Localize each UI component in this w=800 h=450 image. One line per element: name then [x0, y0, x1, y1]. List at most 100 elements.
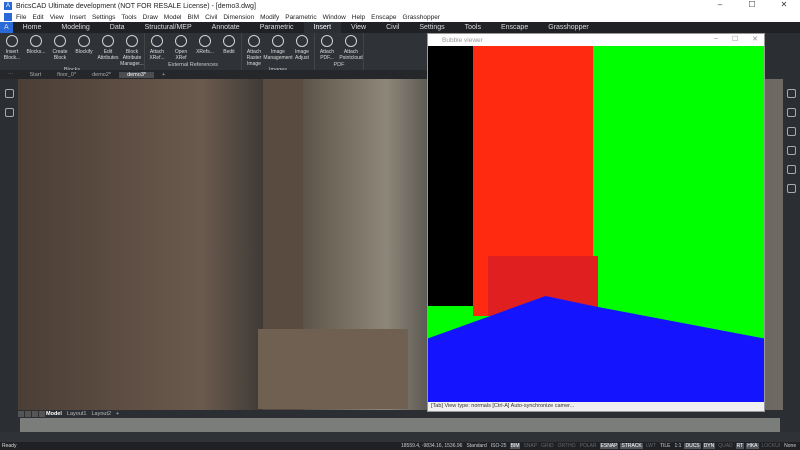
- bubble-viewer-window[interactable]: Bubble viewer – ☐ ✕ [Tab] View type: norma…: [427, 33, 765, 412]
- status-lwt[interactable]: LWT: [645, 443, 657, 449]
- tab-grasshopper[interactable]: Grasshopper: [538, 22, 598, 33]
- tab-menu-icon[interactable]: ⋯: [0, 72, 22, 78]
- status-snap[interactable]: SNAP: [522, 443, 538, 449]
- menu-insert[interactable]: Insert: [70, 14, 86, 21]
- normals-render[interactable]: [428, 46, 764, 402]
- last-layout-button[interactable]: [39, 411, 45, 417]
- tab-settings[interactable]: Settings: [409, 22, 454, 33]
- status-standard[interactable]: Standard: [465, 443, 487, 449]
- status-none[interactable]: None: [783, 443, 797, 449]
- attach-pointcloud-button[interactable]: Attach Pointcloud: [339, 33, 363, 62]
- tab-modeling[interactable]: Modeling: [51, 22, 99, 33]
- xrefs-button[interactable]: XRefs...: [193, 33, 217, 62]
- app-menu-icon[interactable]: [4, 13, 12, 21]
- home-icon[interactable]: [4, 89, 14, 98]
- layout-tab-layout2[interactable]: Layout2: [91, 411, 111, 417]
- status-tile[interactable]: TILE: [659, 443, 672, 449]
- menu-window[interactable]: Window: [323, 14, 346, 21]
- first-layout-button[interactable]: [18, 411, 24, 417]
- doc-tab-floor-0[interactable]: floor_0*: [49, 72, 84, 78]
- lightbulb-icon[interactable]: [787, 89, 796, 98]
- image-adjust-button[interactable]: Image Adjust: [290, 33, 314, 67]
- status-esnap[interactable]: ESNAP: [599, 443, 619, 449]
- blockify-button[interactable]: Blockify: [72, 33, 96, 67]
- menu-enscape[interactable]: Enscape: [371, 14, 396, 21]
- block-attribute-manager-button[interactable]: Block Attribute Manager...: [120, 33, 144, 67]
- menu-grasshopper[interactable]: Grasshopper: [402, 14, 440, 21]
- properties-icon[interactable]: [787, 108, 796, 117]
- status-grid[interactable]: GRID: [540, 443, 555, 449]
- back-icon[interactable]: [4, 108, 14, 117]
- attach-pdf-button[interactable]: Attach PDF...: [315, 33, 339, 62]
- cloud-icon[interactable]: [787, 184, 796, 193]
- status-ducs[interactable]: DUCS: [684, 443, 701, 449]
- menu-bim[interactable]: BIM: [188, 14, 200, 21]
- edit-attributes-button[interactable]: Edit Attributes: [96, 33, 120, 67]
- status-lockui[interactable]: LOCKUI: [761, 443, 782, 449]
- menu-parametric[interactable]: Parametric: [285, 14, 316, 21]
- status-rt[interactable]: RT: [735, 443, 745, 449]
- image-management-icon: [272, 35, 284, 47]
- tab-home[interactable]: Home: [13, 22, 52, 33]
- create-block-button[interactable]: Create Block: [48, 33, 72, 67]
- tab-view[interactable]: View: [341, 22, 376, 33]
- menu-tools[interactable]: Tools: [121, 14, 136, 21]
- tab-tools[interactable]: Tools: [455, 22, 491, 33]
- status-polar[interactable]: POLAR: [579, 443, 598, 449]
- blockify-icon: [78, 35, 90, 47]
- menu-draw[interactable]: Draw: [143, 14, 158, 21]
- image-management-button[interactable]: Image Management: [263, 33, 293, 67]
- tab-insert[interactable]: Insert: [303, 22, 342, 33]
- attach-raster-image-button[interactable]: Attach Raster Image: [242, 33, 266, 67]
- tab-civil[interactable]: Civil: [376, 22, 409, 33]
- maximize-button[interactable]: ☐: [736, 0, 768, 9]
- minimize-button[interactable]: –: [704, 0, 736, 9]
- application-button[interactable]: A: [0, 22, 13, 33]
- doc-tab-demo3[interactable]: demo3*: [119, 71, 155, 78]
- menu-view[interactable]: View: [50, 14, 64, 21]
- doc-tab-add[interactable]: +: [154, 72, 173, 78]
- bedit-button[interactable]: Bedit: [217, 33, 241, 62]
- tab-data[interactable]: Data: [100, 22, 135, 33]
- open-xref-button[interactable]: Open XRef: [169, 33, 193, 62]
- menu-edit[interactable]: Edit: [32, 14, 43, 21]
- status-dyn[interactable]: DYN: [702, 443, 716, 449]
- attach-xref-button[interactable]: Attach XRef...: [145, 33, 169, 62]
- menu-settings[interactable]: Settings: [92, 14, 116, 21]
- status-iso-25[interactable]: ISO-25: [490, 443, 508, 449]
- blocks-button[interactable]: Blocks...: [24, 33, 48, 67]
- next-layout-button[interactable]: [32, 411, 38, 417]
- status-quad[interactable]: QUAD: [717, 443, 733, 449]
- layout-tab-add[interactable]: +: [116, 411, 119, 417]
- prev-layout-button[interactable]: [25, 411, 31, 417]
- layers-icon[interactable]: [787, 127, 796, 136]
- layout-tab-model[interactable]: Model: [46, 411, 62, 417]
- doc-tab-demo2[interactable]: demo2*: [84, 72, 119, 78]
- status-1-1[interactable]: 1:1: [674, 443, 683, 449]
- menu-help[interactable]: Help: [352, 14, 365, 21]
- tab-annotate[interactable]: Annotate: [202, 22, 250, 33]
- structure-icon[interactable]: [787, 146, 796, 155]
- tab-enscape[interactable]: Enscape: [491, 22, 538, 33]
- command-line[interactable]: [20, 418, 780, 432]
- insert-block-button[interactable]: Insert Block...: [0, 33, 24, 67]
- drawing-viewport[interactable]: [18, 79, 427, 410]
- bubble-close-button[interactable]: ✕: [752, 35, 758, 43]
- menu-modify[interactable]: Modify: [260, 14, 279, 21]
- status-hka[interactable]: HKA: [746, 443, 759, 449]
- menu-file[interactable]: File: [16, 14, 26, 21]
- status-strack[interactable]: STRACK: [620, 443, 643, 449]
- doc-tab-start[interactable]: Start: [22, 72, 50, 78]
- library-icon[interactable]: [787, 165, 796, 174]
- tab-parametric[interactable]: Parametric: [250, 22, 304, 33]
- menu-civil[interactable]: Civil: [205, 14, 217, 21]
- tab-structural-mep[interactable]: Structural/MEP: [135, 22, 202, 33]
- menu-model[interactable]: Model: [164, 14, 182, 21]
- bubble-minimize-button[interactable]: –: [714, 35, 718, 43]
- status-ortho[interactable]: ORTHO: [557, 443, 577, 449]
- bubble-maximize-button[interactable]: ☐: [732, 35, 738, 43]
- close-button[interactable]: ✕: [768, 0, 800, 9]
- status-bim[interactable]: BIM: [509, 443, 521, 449]
- menu-dimension[interactable]: Dimension: [223, 14, 254, 21]
- layout-tab-layout1[interactable]: Layout1: [67, 411, 87, 417]
